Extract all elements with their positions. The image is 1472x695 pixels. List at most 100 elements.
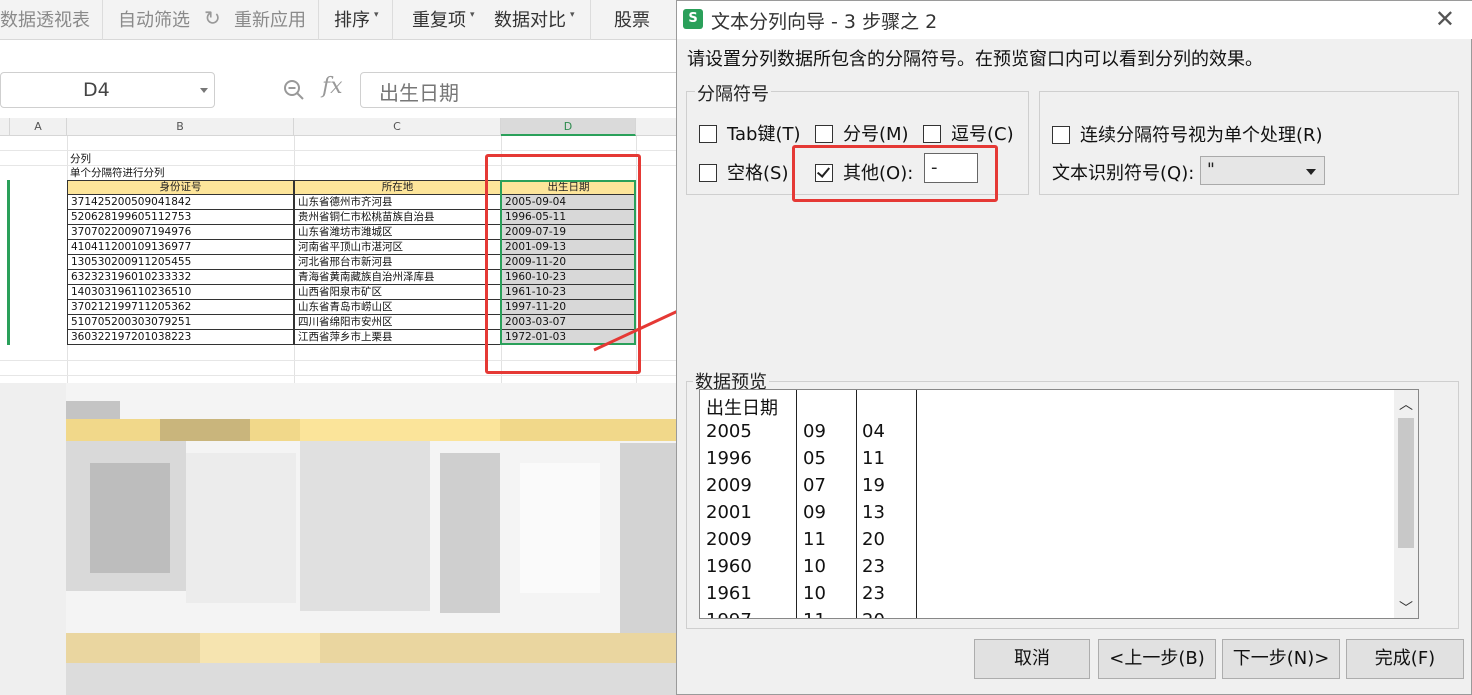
- cell-id[interactable]: 360322197201038223: [67, 330, 294, 345]
- column-header-d[interactable]: D: [501, 118, 636, 136]
- corner-header[interactable]: [0, 118, 10, 136]
- back-button[interactable]: <上一步(B): [1098, 639, 1216, 679]
- cell-id[interactable]: 510705200303079251: [67, 315, 294, 330]
- zoom-icon[interactable]: [282, 78, 306, 102]
- cell-id[interactable]: 632323196010233332: [67, 270, 294, 285]
- formula-input[interactable]: 出生日期: [360, 72, 680, 108]
- preview-cell: 11: [803, 529, 826, 550]
- sort-button[interactable]: 排序: [334, 6, 370, 32]
- preview-cell: 11: [803, 610, 826, 618]
- text-qualifier-label: 文本识别符号(Q):: [1052, 163, 1195, 184]
- highlight-box-other: [792, 145, 998, 202]
- preview-cell: 1997: [706, 610, 752, 618]
- chevron-down-icon[interactable]: ﹀: [1399, 598, 1413, 618]
- chevron-down-icon[interactable]: [200, 88, 208, 93]
- dialog-title-bar: S 文本分列向导 - 3 步骤之 2 ✕: [677, 1, 1472, 39]
- cell-reference: D4: [83, 79, 110, 101]
- cell-id[interactable]: 370702200907194976: [67, 225, 294, 240]
- cell-location[interactable]: 山西省阳泉市矿区: [294, 285, 501, 300]
- preview-cell: 1996: [706, 448, 752, 469]
- cell-id[interactable]: 130530200911205455: [67, 255, 294, 270]
- checkbox-icon: [699, 164, 717, 182]
- cell-location[interactable]: 四川省绵阳市安州区: [294, 315, 501, 330]
- preview-cell: 05: [803, 448, 826, 469]
- preview-header: 出生日期: [706, 398, 778, 419]
- preview-cell: 23: [862, 556, 885, 577]
- divider: [102, 0, 103, 40]
- sheet-subtitle: 单个分隔符进行分列: [70, 167, 165, 179]
- preview-cell: 04: [862, 421, 885, 442]
- header-location[interactable]: 所在地: [294, 180, 501, 195]
- cancel-button[interactable]: 取消: [974, 639, 1090, 679]
- cell-id[interactable]: 410411200109136977: [67, 240, 294, 255]
- tab-checkbox[interactable]: Tab键(T): [699, 120, 801, 146]
- next-button[interactable]: 下一步(N)>: [1222, 639, 1340, 679]
- cell-id[interactable]: 140303196110236510: [67, 285, 294, 300]
- cell-location[interactable]: 山东省潍坊市潍城区: [294, 225, 501, 240]
- pivot-table-button[interactable]: 数据透视表: [0, 6, 90, 32]
- preview-cell: 2009: [706, 475, 752, 496]
- text-qualifier-select[interactable]: ": [1200, 156, 1325, 185]
- preview-cell: 09: [803, 502, 826, 523]
- reapply-button[interactable]: 重新应用: [234, 6, 306, 32]
- close-icon[interactable]: ✕: [1435, 5, 1455, 33]
- cell-location[interactable]: 贵州省铜仁市松桃苗族自治县: [294, 210, 501, 225]
- preview-cell: 11: [862, 448, 885, 469]
- preview-cell: 23: [862, 583, 885, 604]
- header-id[interactable]: 身份证号: [67, 180, 294, 195]
- checkbox-icon: [815, 125, 833, 143]
- chevron-down-icon: ▾: [374, 10, 379, 20]
- preview-scrollbar[interactable]: ︿ ﹀: [1394, 390, 1418, 618]
- auto-filter-button[interactable]: 自动筛选: [118, 6, 190, 32]
- preview-cell: 10: [803, 556, 826, 577]
- space-checkbox[interactable]: 空格(S): [699, 159, 788, 185]
- semicolon-checkbox[interactable]: 分号(M): [815, 120, 909, 146]
- preview-cell: 2005: [706, 421, 752, 442]
- cell-location[interactable]: 河南省平顶山市湛河区: [294, 240, 501, 255]
- preview-cell: 2009: [706, 529, 752, 550]
- ribbon-toolbar: 数据透视表 自动筛选 ↻ 重新应用 排序 ▾ 重复项 ▾ 数据对比 ▾ 股票: [0, 0, 680, 40]
- finish-button[interactable]: 完成(F): [1346, 639, 1464, 679]
- column-header-e[interactable]: [636, 118, 680, 136]
- divider: [318, 0, 319, 40]
- preview-cell: 20: [862, 610, 885, 618]
- checkbox-icon: [699, 125, 717, 143]
- cell-location[interactable]: 山东省青岛市崂山区: [294, 300, 501, 315]
- comma-checkbox[interactable]: 逗号(C): [923, 120, 1014, 146]
- highlight-box-column: [485, 154, 641, 374]
- preview-cell: 2001: [706, 502, 752, 523]
- column-header-a[interactable]: A: [10, 118, 67, 136]
- cell-id[interactable]: 371425200509041842: [67, 195, 294, 210]
- preview-cell: 1960: [706, 556, 752, 577]
- data-preview-pane[interactable]: 出生日期 2005 09 04 1996 05 11 2009 07 19 2001 09 13 200…: [699, 389, 1419, 619]
- preview-cell: 19: [862, 475, 885, 496]
- preview-cell: 09: [803, 421, 826, 442]
- duplicates-button[interactable]: 重复项: [412, 6, 466, 32]
- row-selection-marker: [7, 180, 10, 345]
- cell-location[interactable]: 青海省黄南藏族自治州泽库县: [294, 270, 501, 285]
- wps-logo-icon: S: [683, 9, 703, 29]
- formula-content: 出生日期: [379, 81, 459, 105]
- text-to-columns-dialog: S 文本分列向导 - 3 步骤之 2 ✕ 请设置分列数据所包含的分隔符号。在预览…: [676, 0, 1472, 695]
- cell-location[interactable]: 河北省邢台市新河县: [294, 255, 501, 270]
- divider: [590, 0, 591, 40]
- cell-location[interactable]: 江西省萍乡市上栗县: [294, 330, 501, 345]
- column-header-c[interactable]: C: [294, 118, 501, 136]
- preview-cell: 10: [803, 583, 826, 604]
- data-compare-button[interactable]: 数据对比: [494, 6, 566, 32]
- name-box[interactable]: D4: [0, 72, 215, 108]
- cell-id[interactable]: 520628199605112753: [67, 210, 294, 225]
- cell-location[interactable]: 山东省德州市齐河县: [294, 195, 501, 210]
- scrollbar-thumb[interactable]: [1398, 418, 1414, 548]
- preview-cell: 13: [862, 502, 885, 523]
- cell-id[interactable]: 370212199711205362: [67, 300, 294, 315]
- blurred-content: [0, 383, 680, 695]
- function-icon[interactable]: fx: [322, 74, 343, 99]
- column-header-b[interactable]: B: [67, 118, 294, 136]
- chevron-up-icon[interactable]: ︿: [1399, 394, 1413, 414]
- consecutive-delimiters-checkbox[interactable]: 连续分隔符号视为单个处理(R): [1052, 121, 1323, 147]
- stocks-button[interactable]: 股票: [614, 6, 650, 32]
- chevron-down-icon: [1306, 169, 1316, 175]
- chevron-down-icon: ▾: [470, 10, 475, 20]
- instruction-text: 请设置分列数据所包含的分隔符号。在预览窗口内可以看到分列的效果。: [687, 49, 1263, 70]
